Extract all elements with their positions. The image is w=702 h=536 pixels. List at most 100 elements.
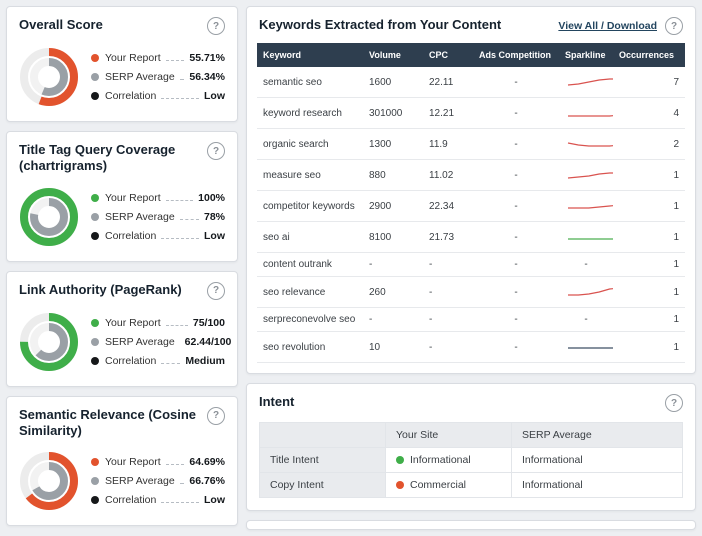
keyword-table-row: content outrank - - - - 1 [257, 253, 685, 277]
sparkline-chart [565, 228, 613, 246]
intent-card: Intent ? Your Site SERP Average Title [246, 383, 696, 511]
column-header-keyword: Keyword [257, 43, 363, 67]
title-tag-coverage-donut-chart [19, 187, 79, 247]
metric-row: Your Report 64.69% [91, 456, 225, 468]
keywords-table-container: Keyword Volume CPC Ads Competition Spark… [247, 39, 695, 373]
metric-dot [91, 194, 99, 202]
metric-dot [91, 92, 99, 100]
ads-competition-cell: - [473, 308, 559, 332]
keyword-table-row: organic search 1300 11.9 - 2 [257, 129, 685, 160]
help-icon[interactable]: ? [665, 394, 683, 412]
metric-list: Your Report 55.71% SERP Average 56.34% C… [91, 45, 225, 109]
help-icon[interactable]: ? [665, 17, 683, 35]
card-header: Overall Score ? [7, 7, 237, 39]
sparkline-cell [559, 277, 613, 308]
volume-cell: 10 [363, 332, 423, 363]
metric-label: Your Report [105, 317, 161, 329]
title-tag-coverage-card: Title Tag Query Coverage (chartrigrams) … [6, 131, 238, 262]
sparkline-chart [565, 197, 613, 215]
metric-value: Low [204, 90, 225, 102]
dotted-leader [180, 219, 199, 220]
occurrences-cell: 1 [613, 222, 685, 253]
occurrences-cell: 7 [613, 67, 685, 98]
sparkline-cell [559, 129, 613, 160]
metric-label: SERP Average [105, 211, 175, 223]
metric-label: Correlation [105, 494, 156, 506]
occurrences-cell: 1 [613, 277, 685, 308]
metric-row: Your Report 100% [91, 192, 225, 204]
keyword-table-row: measure seo 880 11.02 - 1 [257, 160, 685, 191]
column-header-sparkline: Sparkline [559, 43, 613, 67]
sparkline-chart [565, 73, 613, 91]
metric-row: Correlation Low [91, 230, 225, 242]
sparkline-chart [565, 283, 613, 301]
metric-dot [91, 213, 99, 221]
dotted-leader [161, 363, 180, 364]
keywords-header-actions: View All / Download ? [558, 17, 683, 35]
volume-cell: 8100 [363, 222, 423, 253]
metric-dot [91, 73, 99, 81]
intent-your-site-value: Informational [410, 454, 471, 466]
help-icon[interactable]: ? [207, 407, 225, 425]
metric-value: Low [204, 230, 225, 242]
metric-row: Correlation Low [91, 494, 225, 506]
card-header: Semantic Relevance (Cosine Similarity) ? [7, 397, 237, 444]
keyword-table-row: keyword research 301000 12.21 - 4 [257, 98, 685, 129]
semantic-relevance-donut-chart [19, 451, 79, 511]
cpc-cell: 22.11 [423, 67, 473, 98]
metric-dot [91, 477, 99, 485]
cpc-cell: - [423, 332, 473, 363]
intent-dot [396, 456, 404, 464]
card-title: Link Authority (PageRank) [19, 282, 182, 298]
occurrences-cell: 1 [613, 160, 685, 191]
keyword-table-row: seo relevance 260 - - 1 [257, 277, 685, 308]
metric-dot [91, 458, 99, 466]
ads-competition-cell: - [473, 332, 559, 363]
view-all-download-link[interactable]: View All / Download [558, 20, 657, 32]
metric-row: Your Report 55.71% [91, 52, 225, 64]
dotted-leader [180, 79, 185, 80]
metric-value: Medium [185, 355, 225, 367]
intent-row: Title Intent Informational Informational [260, 448, 683, 473]
metric-list: Your Report 100% SERP Average 78% Correl… [91, 185, 225, 249]
metric-list: Your Report 75/100 SERP Average 62.44/10… [91, 310, 225, 374]
volume-cell: 2900 [363, 191, 423, 222]
intent-table-container: Your Site SERP Average Title Intent Info… [247, 416, 695, 510]
occurrences-cell: 1 [613, 191, 685, 222]
keyword-cell: seo revolution [257, 332, 363, 363]
occurrences-cell: 2 [613, 129, 685, 160]
ads-competition-cell: - [473, 67, 559, 98]
volume-cell: 1600 [363, 67, 423, 98]
keyword-cell: seo ai [257, 222, 363, 253]
column-header-volume: Volume [363, 43, 423, 67]
dotted-leader [166, 325, 188, 326]
intent-row: Copy Intent Commercial Informational [260, 473, 683, 498]
cpc-cell: - [423, 277, 473, 308]
card-title: Intent [259, 394, 294, 410]
sparkline-cell [559, 332, 613, 363]
dotted-leader [161, 238, 199, 239]
intent-serp-average-cell: Informational [512, 448, 683, 473]
ads-competition-cell: - [473, 129, 559, 160]
overall-score-card: Overall Score ? Your Report 55.71% SERP … [6, 6, 238, 122]
metric-row: Your Report 75/100 [91, 317, 225, 329]
help-icon[interactable]: ? [207, 17, 225, 35]
metric-label: SERP Average [105, 475, 175, 487]
metric-value: 78% [204, 211, 225, 223]
cpc-cell: - [423, 253, 473, 277]
occurrences-cell: 4 [613, 98, 685, 129]
score-body: Your Report 64.69% SERP Average 66.76% C… [7, 443, 237, 525]
occurrences-cell: 1 [613, 308, 685, 332]
help-icon[interactable]: ? [207, 282, 225, 300]
keyword-cell: semantic seo [257, 67, 363, 98]
card-header: Link Authority (PageRank) ? [7, 272, 237, 304]
keywords-table-header-row: Keyword Volume CPC Ads Competition Spark… [257, 43, 685, 67]
ads-competition-cell: - [473, 222, 559, 253]
link-authority-card: Link Authority (PageRank) ? Your Report … [6, 271, 238, 387]
sparkline-cell [559, 191, 613, 222]
metric-dot [91, 357, 99, 365]
help-icon[interactable]: ? [207, 142, 225, 160]
keywords-card: Keywords Extracted from Your Content Vie… [246, 6, 696, 374]
entities-card: Entities ? [246, 520, 696, 530]
keyword-table-row: semantic seo 1600 22.11 - 7 [257, 67, 685, 98]
